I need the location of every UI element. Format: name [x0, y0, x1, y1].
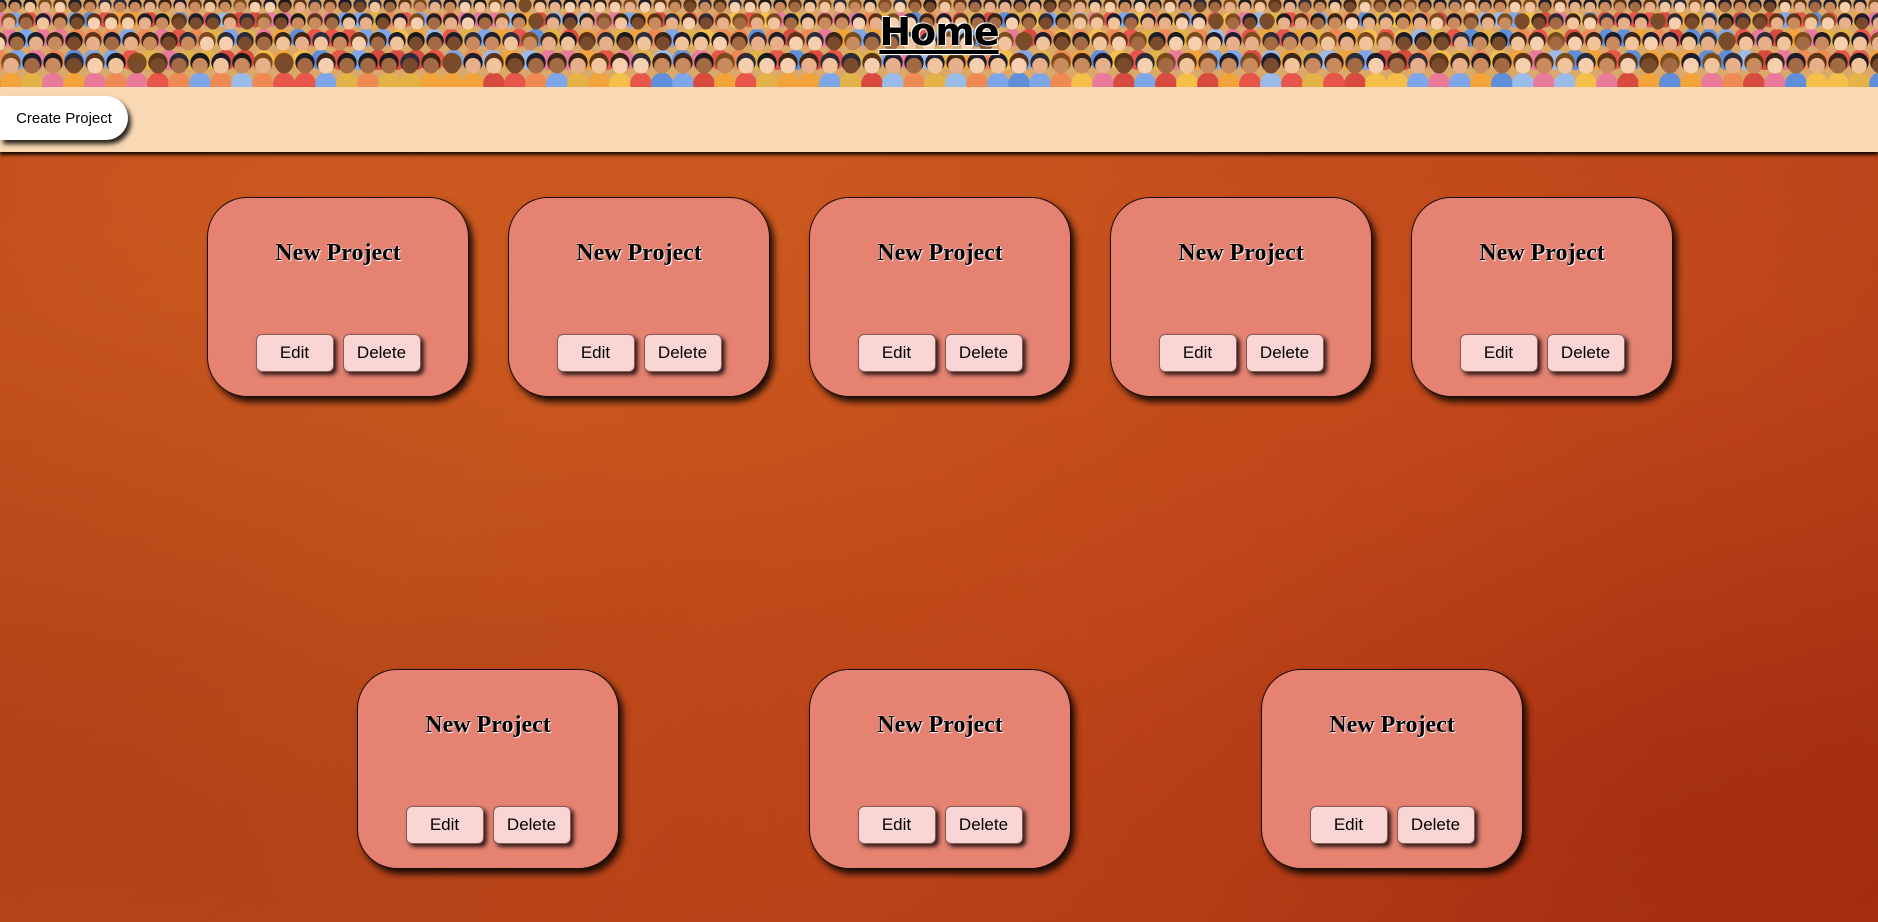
project-card: New Project Edit Delete — [1411, 197, 1673, 397]
project-card: New Project Edit Delete — [508, 197, 770, 397]
project-actions: Edit Delete — [1412, 334, 1672, 372]
project-title: New Project — [576, 240, 702, 266]
edit-button[interactable]: Edit — [405, 806, 484, 844]
project-actions: Edit Delete — [1262, 806, 1522, 844]
edit-button[interactable]: Edit — [255, 334, 334, 372]
header-banner: Home — [0, 0, 1878, 87]
project-title: New Project — [1178, 240, 1304, 266]
delete-button[interactable]: Delete — [1396, 806, 1475, 844]
project-title: New Project — [877, 240, 1003, 266]
project-card: New Project Edit Delete — [1110, 197, 1372, 397]
project-title: New Project — [1479, 240, 1605, 266]
project-title: New Project — [877, 712, 1003, 738]
delete-button[interactable]: Delete — [1245, 334, 1324, 372]
edit-button[interactable]: Edit — [1158, 334, 1237, 372]
delete-button[interactable]: Delete — [643, 334, 722, 372]
delete-button[interactable]: Delete — [944, 806, 1023, 844]
delete-button[interactable]: Delete — [944, 334, 1023, 372]
delete-button[interactable]: Delete — [1546, 334, 1625, 372]
edit-button[interactable]: Edit — [857, 806, 936, 844]
delete-button[interactable]: Delete — [342, 334, 421, 372]
edit-button[interactable]: Edit — [857, 334, 936, 372]
project-card: New Project Edit Delete — [809, 669, 1071, 869]
crowd-illustration — [0, 0, 1878, 87]
project-actions: Edit Delete — [810, 806, 1070, 844]
project-actions: Edit Delete — [1111, 334, 1371, 372]
project-title: New Project — [1329, 712, 1455, 738]
project-title: New Project — [425, 712, 551, 738]
delete-button[interactable]: Delete — [492, 806, 571, 844]
edit-button[interactable]: Edit — [1309, 806, 1388, 844]
toolbar: Create Project — [0, 87, 1878, 152]
project-actions: Edit Delete — [509, 334, 769, 372]
project-actions: Edit Delete — [208, 334, 468, 372]
project-card: New Project Edit Delete — [207, 197, 469, 397]
edit-button[interactable]: Edit — [1459, 334, 1538, 372]
project-actions: Edit Delete — [358, 806, 618, 844]
create-project-button[interactable]: Create Project — [0, 96, 128, 140]
project-card: New Project Edit Delete — [1261, 669, 1523, 869]
project-card: New Project Edit Delete — [357, 669, 619, 869]
edit-button[interactable]: Edit — [556, 334, 635, 372]
project-card: New Project Edit Delete — [809, 197, 1071, 397]
project-actions: Edit Delete — [810, 334, 1070, 372]
project-title: New Project — [275, 240, 401, 266]
